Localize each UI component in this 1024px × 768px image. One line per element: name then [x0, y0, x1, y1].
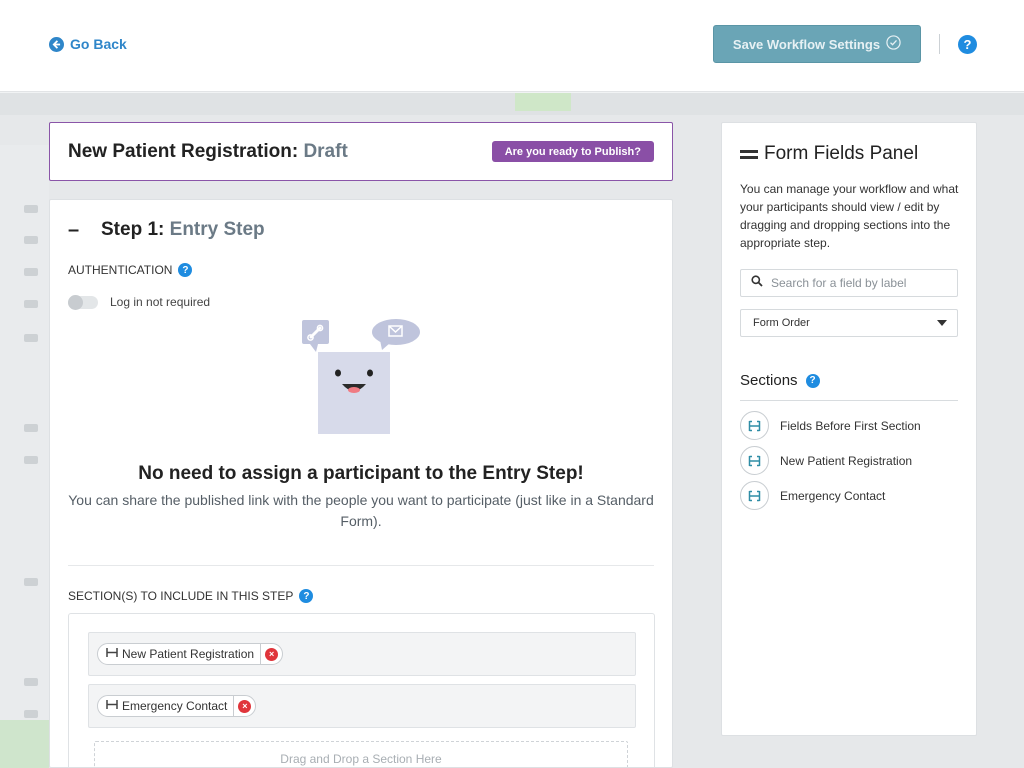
- collapse-step-button[interactable]: –: [68, 219, 79, 242]
- panel-section-item[interactable]: Emergency Contact: [740, 481, 885, 510]
- included-section-row[interactable]: New Patient Registration ×: [88, 632, 636, 676]
- publish-button[interactable]: Are you ready to Publish?: [491, 141, 654, 162]
- background-sidebar-item: [24, 710, 38, 718]
- section-dropzone[interactable]: New Patient Registration × Emergency Con…: [68, 613, 655, 767]
- section-chip: Emergency Contact ×: [97, 695, 257, 717]
- panel-section-label: New Patient Registration: [780, 453, 913, 468]
- form-name: New Patient Registration:: [68, 141, 299, 162]
- section-icon: [106, 647, 118, 661]
- menu-bars-icon: [740, 149, 758, 159]
- save-workflow-settings-button[interactable]: Save Workflow Settings: [713, 25, 921, 63]
- search-icon: [751, 274, 763, 292]
- form-fields-panel: Form Fields Panel You can manage your wo…: [721, 122, 977, 736]
- arrow-left-icon: [49, 36, 64, 52]
- field-search[interactable]: [740, 269, 958, 297]
- go-back-link[interactable]: Go Back: [49, 36, 127, 52]
- section-chip-label: Emergency Contact: [122, 699, 228, 713]
- background-sidebar-item: [24, 678, 38, 686]
- form-status: Draft: [303, 141, 348, 162]
- login-toggle-row: Log in not required: [68, 294, 211, 310]
- participant-illustration: [302, 319, 420, 434]
- login-toggle[interactable]: [68, 294, 98, 310]
- sections-heading-text: Sections: [740, 372, 798, 389]
- help-icon[interactable]: ?: [299, 589, 314, 603]
- sections-include-label: SECTION(S) TO INCLUDE IN THIS STEP ?: [68, 589, 314, 603]
- section-chip-label: New Patient Registration: [122, 647, 255, 661]
- background-sidebar: [0, 145, 49, 735]
- background-sidebar-item: [24, 268, 38, 276]
- background-sidebar-item: [24, 236, 38, 244]
- form-header-card: New Patient Registration: Draft Are you …: [49, 122, 673, 181]
- background-footer: [0, 720, 49, 768]
- step-title: Step 1: Entry Step: [101, 219, 265, 241]
- chip-separator: [233, 696, 235, 716]
- panel-title: Form Fields Panel: [740, 143, 918, 165]
- included-section-row[interactable]: Emergency Contact ×: [88, 684, 636, 728]
- background-sidebar-item: [24, 300, 38, 308]
- order-select-value: Form Order: [753, 317, 810, 329]
- section-chip: New Patient Registration ×: [97, 643, 284, 665]
- panel-section-label: Fields Before First Section: [780, 418, 921, 433]
- help-icon[interactable]: ?: [958, 35, 977, 54]
- panel-description: You can manage your workflow and what yo…: [740, 182, 959, 250]
- divider: [68, 565, 654, 566]
- background-sidebar-item: [24, 578, 38, 586]
- authentication-label-text: AUTHENTICATION: [68, 263, 173, 277]
- section-icon: [106, 699, 118, 713]
- background-sidebar-item: [24, 424, 38, 432]
- section-icon: [740, 446, 769, 475]
- panel-section-item[interactable]: Fields Before First Section: [740, 411, 921, 440]
- chevron-down-icon: [937, 320, 947, 326]
- drop-hint[interactable]: Drag and Drop a Section Here: [94, 741, 628, 767]
- sections-include-label-text: SECTION(S) TO INCLUDE IN THIS STEP: [68, 589, 294, 603]
- step-name: Entry Step: [169, 219, 265, 240]
- panel-section-label: Emergency Contact: [780, 488, 886, 503]
- save-button-label: Save Workflow Settings: [732, 36, 881, 52]
- empty-state-text: You can share the published link with th…: [68, 492, 654, 529]
- remove-section-icon[interactable]: ×: [238, 699, 252, 713]
- top-bar: Go Back Save Workflow Settings ?: [0, 0, 1024, 92]
- section-icon: [740, 411, 769, 440]
- panel-section-item[interactable]: New Patient Registration: [740, 446, 912, 475]
- divider: [939, 34, 940, 54]
- check-circle-icon: [886, 35, 901, 53]
- background-sidebar-item: [24, 456, 38, 464]
- remove-section-icon[interactable]: ×: [265, 647, 279, 661]
- authentication-label: AUTHENTICATION ?: [68, 263, 193, 277]
- divider: [740, 400, 958, 401]
- sections-heading: Sections ?: [740, 372, 820, 389]
- help-icon[interactable]: ?: [805, 373, 820, 388]
- login-toggle-label: Log in not required: [110, 295, 211, 309]
- background-sidebar-item: [24, 205, 38, 213]
- chip-separator: [260, 644, 262, 664]
- page-title: New Patient Registration: Draft: [68, 141, 348, 163]
- background-sidebar-item: [24, 334, 38, 342]
- search-input[interactable]: [771, 276, 941, 290]
- order-select[interactable]: Form Order: [740, 309, 958, 337]
- step-card: – Step 1: Entry Step AUTHENTICATION ? Lo…: [49, 199, 673, 768]
- background-active-tab: [515, 93, 571, 111]
- help-icon[interactable]: ?: [178, 263, 193, 277]
- go-back-label: Go Back: [70, 36, 127, 52]
- background-toolbar: [0, 93, 1024, 115]
- panel-title-text: Form Fields Panel: [764, 143, 919, 164]
- section-icon: [740, 481, 769, 510]
- empty-state-title: No need to assign a participant to the E…: [138, 463, 584, 484]
- step-number: Step 1:: [101, 219, 165, 240]
